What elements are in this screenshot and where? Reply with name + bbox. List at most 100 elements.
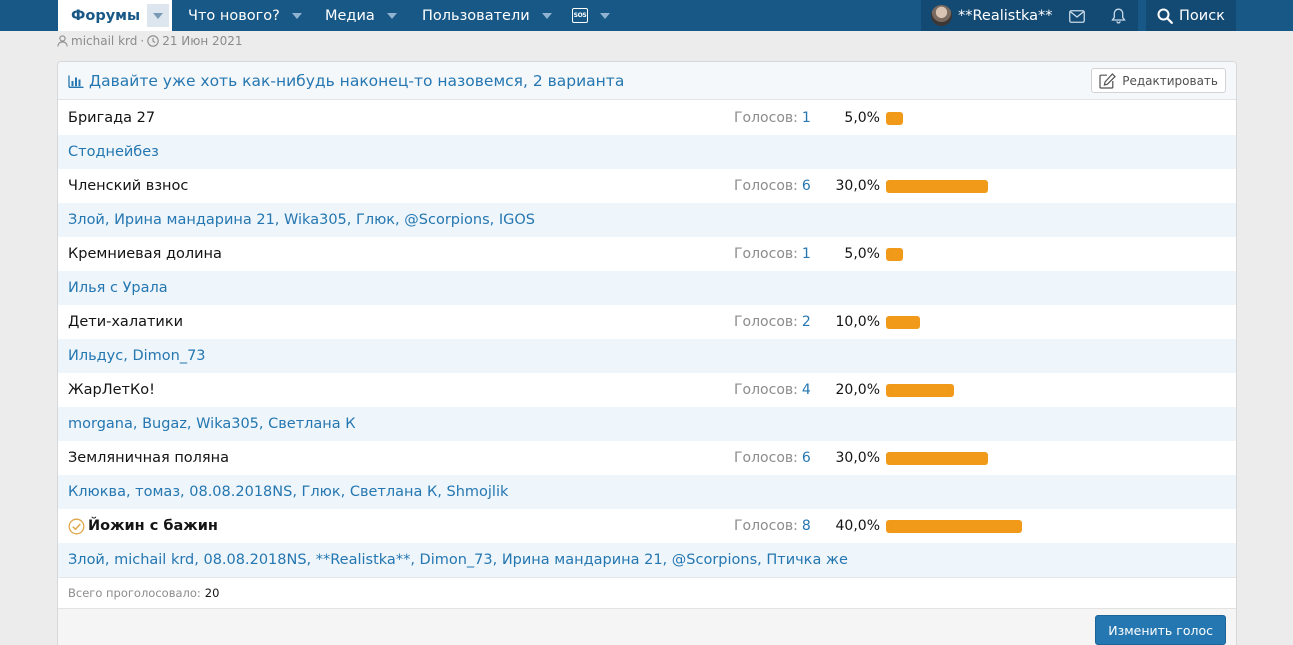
poll-header: Давайте уже хоть как-нибудь наконец-то н… — [58, 62, 1236, 100]
nav-tab-whats-new[interactable]: Что нового? — [188, 0, 302, 31]
poll-title: Давайте уже хоть как-нибудь наконец-то н… — [68, 62, 624, 100]
poll-option-label: Йожин с бажин — [68, 509, 218, 543]
votes-label: Голосов: — [734, 382, 798, 398]
total-voters-label: Всего проголосовало: — [68, 586, 201, 600]
chevron-down-icon[interactable] — [541, 12, 552, 19]
chevron-down-icon[interactable] — [291, 12, 302, 19]
username-label: **Realistka** — [958, 7, 1053, 24]
change-vote-button[interactable]: Изменить голос — [1095, 615, 1226, 645]
poll-option-row: Йожин с бажин Голосов: 8 40,0% — [58, 509, 1236, 543]
poll-option-row: Бригада 27 Голосов: 1 5,0% — [58, 101, 1236, 135]
poll-voters-list[interactable]: morgana, Bugaz, Wika305, Светлана К — [68, 407, 356, 441]
account-menu-link[interactable]: **Realistka** — [931, 0, 1053, 31]
poll-option-label: Дети-халатики — [68, 305, 183, 339]
search-button[interactable]: Поиск — [1146, 0, 1236, 31]
envelope-icon — [1069, 9, 1085, 23]
poll-voters-list[interactable]: Илья с Урала — [68, 271, 168, 305]
poll-option-bar-fill — [886, 520, 1022, 533]
poll-voters-list[interactable]: Злой, michail krd, 08.08.2018NS, **Reali… — [68, 543, 848, 577]
nav-tab-users-label: Пользователи — [422, 7, 530, 24]
poll-option-text: Кремниевая долина — [68, 246, 222, 262]
poll-option-votes: Голосов: 4 — [734, 373, 811, 407]
poll-option-text: Членский взнос — [68, 178, 189, 194]
nav-tab-forums[interactable]: Форумы — [58, 0, 172, 31]
poll-option-votes: Голосов: 6 — [734, 169, 811, 203]
user-icon — [57, 35, 68, 47]
thread-meta: michail krd · 21 Июн 2021 — [57, 34, 243, 48]
poll-voters-list[interactable]: Ильдус, Dimon_73 — [68, 339, 206, 373]
poll-option-row: Земляничная поляна Голосов: 6 30,0% — [58, 441, 1236, 475]
bell-icon — [1110, 8, 1126, 24]
poll-option-bar — [886, 248, 1226, 261]
votes-label: Голосов: — [734, 178, 798, 194]
thread-date-link[interactable]: 21 Июн 2021 — [162, 34, 242, 48]
votes-count-link[interactable]: 8 — [802, 518, 811, 534]
votes-count-link[interactable]: 6 — [802, 450, 811, 466]
poll-option-text: Бригада 27 — [68, 110, 156, 126]
nav-tab-forums-label: Форумы — [71, 7, 141, 24]
search-icon — [1157, 8, 1173, 24]
sos-icon: SOS — [572, 8, 588, 23]
poll-voters-row: morgana, Bugaz, Wika305, Светлана К — [58, 407, 1236, 441]
poll-title-text: Давайте уже хоть как-нибудь наконец-то н… — [89, 72, 625, 90]
search-label: Поиск — [1179, 7, 1225, 24]
poll-option-bar-fill — [886, 316, 920, 329]
votes-label: Голосов: — [734, 518, 798, 534]
poll-option-bar-fill — [886, 180, 988, 193]
poll-option-row: ЖарЛетКо! Голосов: 4 20,0% — [58, 373, 1236, 407]
poll-option-votes: Голосов: 1 — [734, 237, 811, 271]
poll-option-label: ЖарЛетКо! — [68, 373, 155, 407]
votes-count-link[interactable]: 4 — [802, 382, 811, 398]
poll-voters-row: Илья с Урала — [58, 271, 1236, 305]
poll-voters-list[interactable]: Злой, Ирина мандарина 21, Wika305, Глюк,… — [68, 203, 535, 237]
poll-footer: Изменить голос — [58, 608, 1236, 645]
alerts-button[interactable] — [1106, 4, 1130, 28]
votes-count-link[interactable]: 6 — [802, 178, 811, 194]
votes-count-link[interactable]: 1 — [802, 246, 811, 262]
poll-voters-list[interactable]: Клюква, томаз, 08.08.2018NS, Глюк, Светл… — [68, 475, 508, 509]
votes-count-link[interactable]: 1 — [802, 110, 811, 126]
poll-option-percent: 5,0% — [844, 246, 880, 262]
edit-poll-button[interactable]: Редактировать — [1091, 68, 1226, 93]
thread-author-link[interactable]: michail krd — [71, 34, 137, 48]
poll-block: Давайте уже хоть как-нибудь наконец-то н… — [57, 61, 1237, 645]
poll-voters-list[interactable]: Стоднейбез — [68, 135, 159, 169]
poll-option-label: Бригада 27 — [68, 101, 155, 135]
poll-option-votes: Голосов: 1 — [734, 101, 811, 135]
poll-option-bar — [886, 180, 1226, 193]
avatar — [931, 5, 952, 26]
poll-voters-row: Стоднейбез — [58, 135, 1236, 169]
bar-chart-icon — [68, 75, 84, 88]
clock-icon — [147, 35, 159, 47]
votes-label: Голосов: — [734, 246, 798, 262]
poll-option-percent: 30,0% — [835, 450, 880, 466]
inbox-button[interactable] — [1065, 4, 1089, 28]
poll-total: Всего проголосовало: 20 — [58, 577, 1236, 608]
votes-label: Голосов: — [734, 314, 798, 330]
poll-option-percent: 30,0% — [835, 178, 880, 194]
votes-label: Голосов: — [734, 110, 798, 126]
poll-option-votes: Голосов: 6 — [734, 441, 811, 475]
chevron-down-icon[interactable] — [600, 12, 610, 19]
poll-voters-row: Злой, michail krd, 08.08.2018NS, **Reali… — [58, 543, 1236, 577]
poll-option-bar-fill — [886, 112, 903, 125]
nav-tab-media[interactable]: Медиа — [325, 0, 397, 31]
votes-label: Голосов: — [734, 450, 798, 466]
poll-option-text: Земляничная поляна — [68, 450, 230, 466]
nav-forums-dropdown-toggle[interactable] — [147, 4, 170, 27]
poll-option-bar-fill — [886, 248, 903, 261]
poll-option-label: Земляничная поляна — [68, 441, 229, 475]
meta-separator: · — [140, 34, 145, 48]
poll-option-text: ЖарЛетКо! — [68, 382, 155, 398]
poll-option-bar-fill — [886, 452, 988, 465]
nav-tab-users[interactable]: Пользователи — [422, 0, 552, 31]
nav-tab-sos[interactable]: SOS — [572, 0, 610, 31]
poll-option-row: Дети-халатики Голосов: 2 10,0% — [58, 305, 1236, 339]
chevron-down-icon[interactable] — [386, 12, 397, 19]
poll-option-percent: 40,0% — [835, 518, 880, 534]
votes-count-link[interactable]: 2 — [802, 314, 811, 330]
poll-results-list: Бригада 27 Голосов: 1 5,0% Стоднейбез Членски… — [58, 101, 1236, 577]
poll-option-percent: 20,0% — [835, 382, 880, 398]
edit-poll-label: Редактировать — [1122, 73, 1218, 88]
nav-tab-media-label: Медиа — [325, 7, 375, 24]
